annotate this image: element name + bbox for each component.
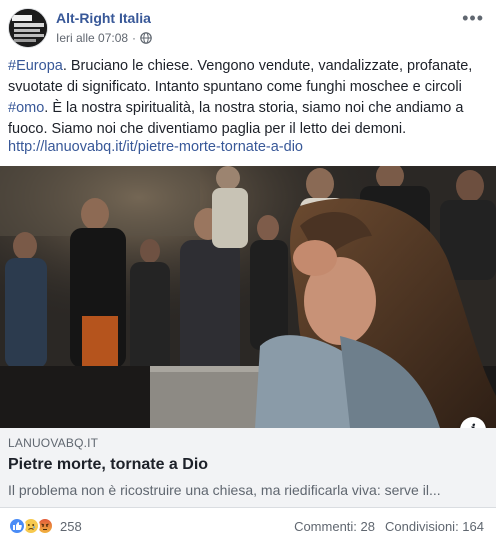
card-description: Il problema non è ricostruire una chiesa… <box>8 482 441 498</box>
like-icon <box>8 517 26 535</box>
post-text: #Europa. Bruciano le chiese. Vengono ven… <box>8 56 480 140</box>
author-name[interactable]: Alt-Right Italia <box>56 10 151 26</box>
link-preview-card[interactable]: LANUOVABQ.IT Pietre morte, tornate a Dio… <box>0 428 496 508</box>
engagement-counts: Commenti: 28 Condivisioni: 164 <box>294 519 484 534</box>
shares-count[interactable]: Condivisioni: 164 <box>385 519 484 534</box>
post-text-part: . Bruciano le chiese. Vengono vendute, v… <box>8 58 473 95</box>
card-domain: LANUOVABQ.IT <box>8 436 99 450</box>
post-timestamp[interactable]: Ieri alle 07:08 <box>56 31 128 45</box>
reaction-count: 258 <box>60 518 82 534</box>
link-preview-image[interactable] <box>0 166 496 428</box>
reactions-summary[interactable]: 258 <box>8 517 82 535</box>
avatar[interactable] <box>8 8 48 48</box>
comments-count[interactable]: Commenti: 28 <box>294 519 375 534</box>
post-header: Alt-Right Italia Ieri alle 07:08 · ••• <box>8 8 488 50</box>
post-meta: Ieri alle 07:08 · <box>56 31 152 45</box>
crowd-photo <box>0 166 496 428</box>
post-link[interactable]: http://lanuovabq.it/it/pietre-morte-torn… <box>8 139 303 155</box>
post-text-part: . È la nostra spiritualità, la nostra st… <box>8 100 464 137</box>
hashtag-europa[interactable]: #Europa <box>8 58 63 74</box>
more-options-icon[interactable]: ••• <box>462 8 484 29</box>
post-footer: 258 Commenti: 28 Condivisioni: 164 <box>8 514 488 538</box>
card-title[interactable]: Pietre morte, tornate a Dio <box>8 456 208 474</box>
avatar-image <box>9 9 47 47</box>
meta-separator: · <box>132 31 137 45</box>
feed-post: Alt-Right Italia Ieri alle 07:08 · ••• #… <box>0 0 496 546</box>
globe-icon <box>140 32 152 44</box>
hashtag-omo[interactable]: #omo <box>8 100 44 116</box>
